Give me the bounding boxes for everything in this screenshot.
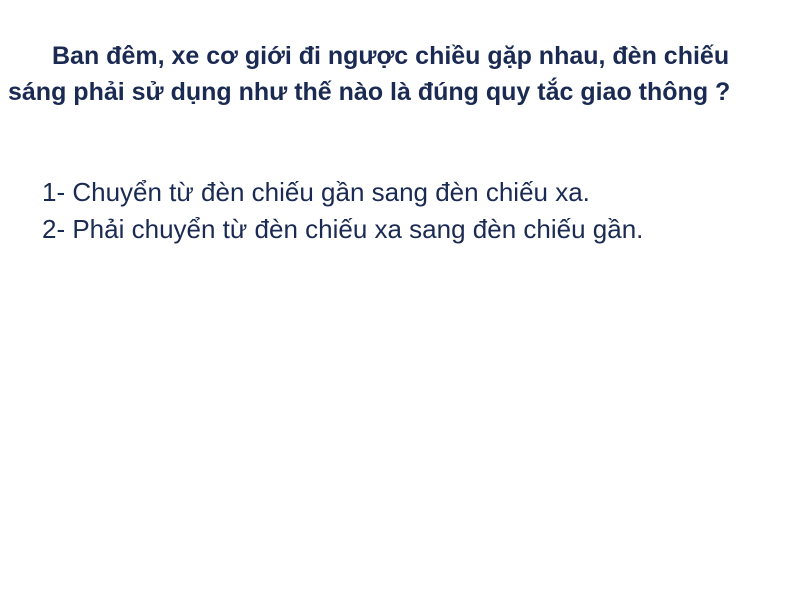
answer-option-1[interactable]: 1- Chuyển từ đèn chiếu gần sang đèn chiế… [42, 174, 782, 211]
question-text: Ban đêm, xe cơ giới đi ngược chiều gặp n… [8, 42, 731, 106]
quiz-slide: Ban đêm, xe cơ giới đi ngược chiều gặp n… [0, 0, 800, 600]
answer-option-2[interactable]: 2- Phải chuyển từ đèn chiếu xa sang đèn … [42, 211, 782, 248]
answer-list: 1- Chuyển từ đèn chiếu gần sang đèn chiế… [42, 174, 782, 248]
